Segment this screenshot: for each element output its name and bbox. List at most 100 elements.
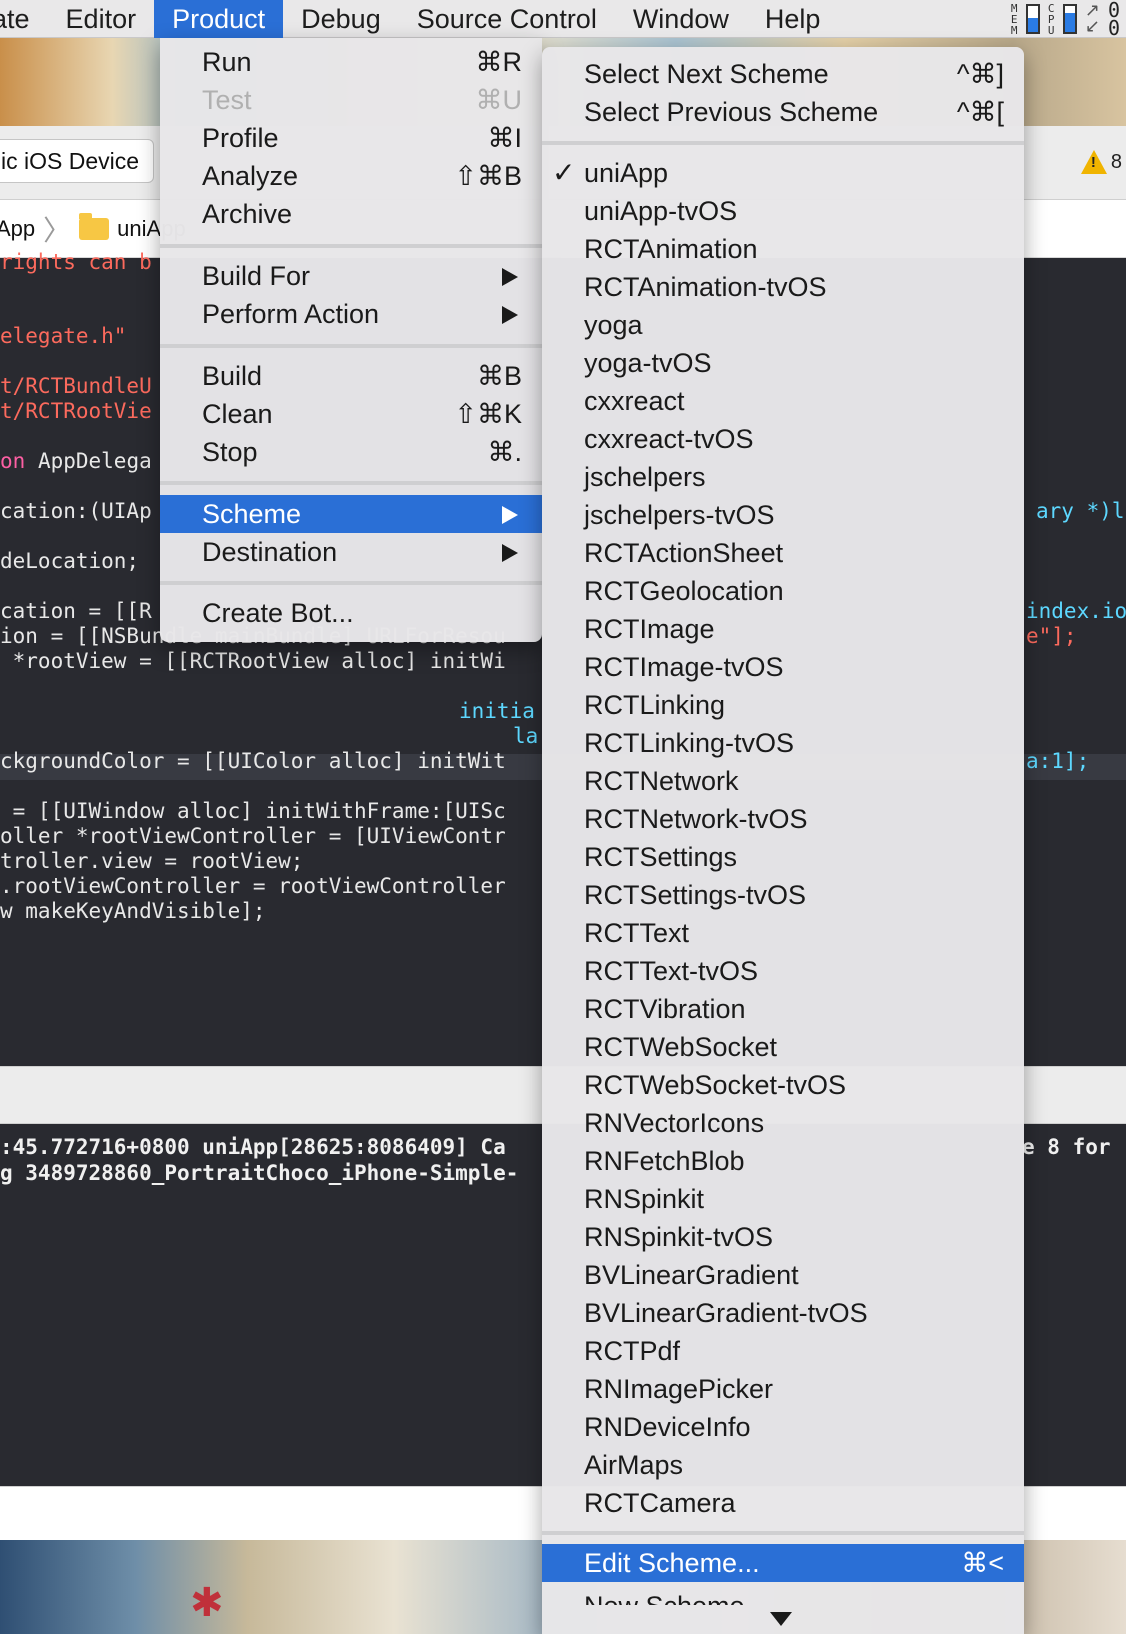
cpu-meter-fill (1064, 12, 1075, 32)
scheme-item-label: RCTImage (584, 614, 715, 644)
scheme-item-label: RNVectorIcons (584, 1108, 765, 1138)
menu-item-edit-scheme[interactable]: Edit Scheme... ⌘< (542, 1544, 1024, 1582)
code-line: oller *rootViewController = [UIViewContr (0, 824, 506, 848)
scroll-down-arrow-icon[interactable] (770, 1612, 792, 1626)
code-line: la (513, 724, 539, 748)
scheme-item-label: RCTAnimation-tvOS (584, 272, 827, 302)
menu-item-perform-action[interactable]: Perform Action (160, 295, 542, 333)
scheme-item[interactable]: jschelpers-tvOS (542, 496, 1024, 534)
scheme-item-label: RCTLinking (584, 690, 726, 720)
folder-icon (79, 212, 110, 240)
scheme-item[interactable]: RNFetchBlob (542, 1142, 1024, 1180)
scheme-item-label: RNSpinkit (584, 1184, 705, 1214)
scheme-item[interactable]: BVLinearGradient-tvOS (542, 1294, 1024, 1332)
menu-help[interactable]: Help (747, 0, 839, 38)
menu-debug[interactable]: Debug (283, 0, 399, 38)
scheme-item[interactable]: yoga (542, 306, 1024, 344)
submenu-arrow-icon (502, 268, 518, 286)
code-line: deLocation; (0, 549, 140, 573)
submenu-arrow-icon (502, 506, 518, 524)
menu-product[interactable]: Product (154, 0, 284, 38)
scheme-item[interactable]: RNVectorIcons (542, 1104, 1024, 1142)
menu-item-run[interactable]: Run ⌘R (160, 43, 542, 81)
breadcrumb-project[interactable]: App (0, 216, 35, 242)
menu-editor[interactable]: Editor (48, 0, 155, 38)
scheme-item[interactable]: RNImagePicker (542, 1370, 1024, 1408)
scheme-item[interactable]: uniApp-tvOS (542, 192, 1024, 230)
menu-file-truncated[interactable]: ate (0, 0, 48, 38)
scheme-item[interactable]: RNSpinkit (542, 1180, 1024, 1218)
warning-indicator[interactable]: ! 8 (1080, 150, 1122, 174)
scheme-item[interactable]: RNDeviceInfo (542, 1408, 1024, 1446)
memory-meter[interactable]: MEM (1011, 3, 1040, 36)
scheme-item-label: yoga-tvOS (584, 348, 712, 378)
menu-item-new-scheme[interactable]: New Scheme... (542, 1587, 1024, 1605)
scheme-item-label: RCTSettings (584, 842, 738, 872)
scheme-item[interactable]: RCTNetwork (542, 762, 1024, 800)
scheme-item-label: RNFetchBlob (584, 1146, 745, 1176)
scheme-item[interactable]: RCTCamera (542, 1484, 1024, 1522)
scheme-item[interactable]: RCTActionSheet (542, 534, 1024, 572)
menu-item-build[interactable]: Build ⌘B (160, 357, 542, 395)
scheme-item[interactable]: yoga-tvOS (542, 344, 1024, 382)
scheme-item[interactable]: cxxreact-tvOS (542, 420, 1024, 458)
memory-meter-fill (1027, 17, 1038, 32)
cpu-meter[interactable]: CPU (1048, 3, 1077, 36)
menu-separator (160, 344, 542, 348)
warning-count: 8 (1110, 150, 1122, 173)
menu-item-archive[interactable]: Archive (160, 195, 542, 233)
scheme-item[interactable]: RCTWebSocket-tvOS (542, 1066, 1024, 1104)
scheme-item[interactable]: RCTLinking (542, 686, 1024, 724)
scheme-item-label: RNDeviceInfo (584, 1412, 751, 1442)
scheme-item[interactable]: RCTWebSocket (542, 1028, 1024, 1066)
menu-item-create-bot[interactable]: Create Bot... (160, 594, 542, 632)
menu-window[interactable]: Window (615, 0, 747, 38)
scheme-item[interactable]: RCTSettings (542, 838, 1024, 876)
scheme-item-label: jschelpers (584, 462, 706, 492)
menu-item-select-previous-scheme[interactable]: Select Previous Scheme ^⌘[ (542, 93, 1024, 131)
memory-meter-label: MEM (1010, 1, 1018, 37)
scheme-item[interactable]: RCTLinking-tvOS (542, 724, 1024, 762)
scheme-item[interactable]: cxxreact (542, 382, 1024, 420)
scheme-item[interactable]: RCTNetwork-tvOS (542, 800, 1024, 838)
scheme-item-label: RCTCamera (584, 1488, 736, 1518)
scheme-item-label: RCTSettings-tvOS (584, 880, 807, 910)
scheme-item[interactable]: RCTPdf (542, 1332, 1024, 1370)
scheme-item-label: RCTPdf (584, 1336, 681, 1366)
scheme-item[interactable]: RCTVibration (542, 990, 1024, 1028)
clock-icon[interactable]: 00 (1108, 0, 1122, 38)
scheme-item[interactable]: RCTImage (542, 610, 1024, 648)
menu-separator (542, 141, 1024, 145)
scheme-item[interactable]: AirMaps (542, 1446, 1024, 1484)
scheme-item[interactable]: RCTText-tvOS (542, 952, 1024, 990)
scheme-item-label: RCTLinking-tvOS (584, 728, 795, 758)
console-line: g 3489728860_PortraitChoco_iPhone-Simple… (0, 1161, 519, 1185)
scheme-item-label: RCTText-tvOS (584, 956, 759, 986)
code-line: *rootView = [[RCTRootView alloc] initWi (0, 649, 506, 673)
scheme-item[interactable]: RCTSettings-tvOS (542, 876, 1024, 914)
menu-item-select-next-scheme[interactable]: Select Next Scheme ^⌘] (542, 55, 1024, 93)
expand-arrows-icon[interactable]: ↗ ↙ (1085, 2, 1100, 36)
menu-item-clean[interactable]: Clean ⇧⌘K (160, 395, 542, 433)
destination-selector[interactable]: ic iOS Device (0, 139, 155, 183)
scheme-item[interactable]: RNSpinkit-tvOS (542, 1218, 1024, 1256)
scheme-item[interactable]: ✓ uniApp (542, 154, 1024, 192)
menu-item-analyze[interactable]: Analyze ⇧⌘B (160, 157, 542, 195)
menu-item-stop[interactable]: Stop ⌘. (160, 433, 542, 471)
menu-source-control[interactable]: Source Control (399, 0, 615, 38)
menu-separator (160, 581, 542, 585)
menu-item-profile[interactable]: Profile ⌘I (160, 119, 542, 157)
scheme-item[interactable]: RCTAnimation (542, 230, 1024, 268)
scheme-item[interactable]: RCTImage-tvOS (542, 648, 1024, 686)
menu-item-build-for[interactable]: Build For (160, 257, 542, 295)
scheme-item[interactable]: RCTGeolocation (542, 572, 1024, 610)
scheme-item[interactable]: RCTText (542, 914, 1024, 952)
menu-item-scheme[interactable]: Scheme (160, 495, 542, 533)
menu-item-destination[interactable]: Destination (160, 533, 542, 571)
product-menu: Run ⌘R Test ⌘U Profile ⌘I Analyze ⇧⌘B Archiv… (160, 38, 542, 642)
scheme-item[interactable]: RCTAnimation-tvOS (542, 268, 1024, 306)
menu-bar: ate Editor Product Debug Source Control … (0, 0, 1126, 38)
scheme-item[interactable]: BVLinearGradient (542, 1256, 1024, 1294)
scheme-item-label: RCTWebSocket-tvOS (584, 1070, 847, 1100)
scheme-item[interactable]: jschelpers (542, 458, 1024, 496)
